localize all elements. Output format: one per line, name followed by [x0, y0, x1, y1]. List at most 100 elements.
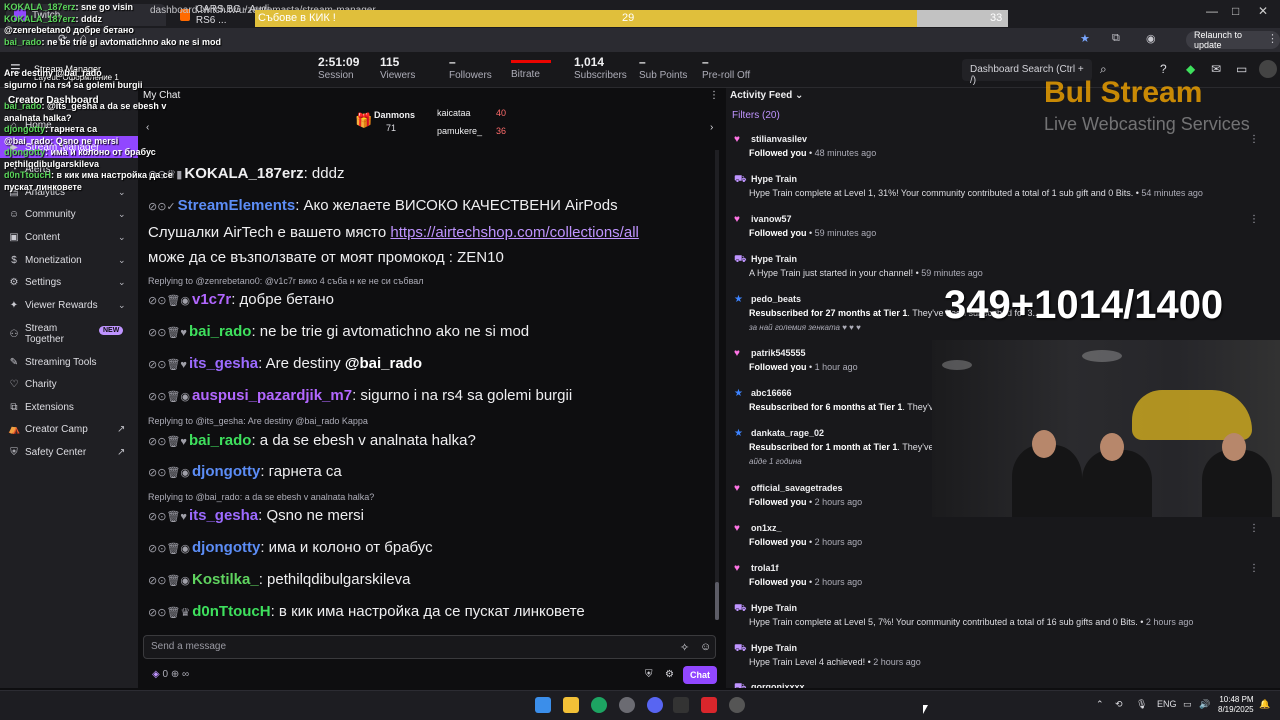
chat-settings-icon[interactable]: ⚙: [665, 669, 674, 680]
profile-icon[interactable]: ◉: [1146, 32, 1156, 45]
chat-message[interactable]: ⊘⊙🗑♛ d0nTtoucH: в кик има настройка да се…: [148, 602, 718, 623]
browser-menu-icon[interactable]: ⋮: [1267, 32, 1278, 45]
windows-start-icon[interactable]: [535, 697, 551, 713]
feed-item-menu-icon[interactable]: ⋮: [1249, 523, 1259, 534]
chat-username[interactable]: d0nTtoucH: [192, 603, 270, 620]
chat-mention[interactable]: @bai_rado: [345, 355, 422, 372]
tray-clock[interactable]: 10:48 PM 8/19/2025: [1218, 695, 1254, 715]
chat-message[interactable]: ⊘⊙🗑◉ djongotty: има и колоно от брабус: [148, 538, 718, 559]
chat-message[interactable]: ⊘⊙🗑♥ its_gesha: Are destiny @bai_rado: [148, 354, 718, 375]
chat-message[interactable]: ⊘⊙🗑◉ Kostilka_: pethilqdibulgarskileva: [148, 570, 718, 591]
sidebar-item-monetization[interactable]: $ Monetization ⌄: [0, 249, 138, 271]
chat-username[interactable]: auspusi_pazardjik_m7: [192, 387, 352, 404]
sidebar-item-stream-together[interactable]: ⚇ Stream Together NEW: [0, 321, 138, 347]
chat-message[interactable]: ⊘⊙✓ StreamElements: Ако желаете ВИСОКО КА…: [148, 196, 718, 217]
feed-user[interactable]: on1xz_: [751, 523, 782, 533]
chrome-icon[interactable]: [591, 697, 607, 713]
sidebar-item-viewer-rewards[interactable]: ✦ Viewer Rewards ⌄: [0, 294, 138, 316]
file-explorer-icon[interactable]: [563, 697, 579, 713]
sidebar-item-extensions[interactable]: ⧉ Extensions: [0, 396, 138, 418]
bookmark-star-icon[interactable]: ★: [1080, 32, 1090, 45]
chat-username[interactable]: bai_rado: [189, 323, 252, 340]
chat-text: Слушалки AirTech е вашето място: [148, 224, 391, 241]
feed-item-menu-icon[interactable]: ⋮: [1249, 563, 1259, 574]
feed-user[interactable]: dankata_rage_02: [751, 428, 824, 438]
follow-heart-icon: ♥: [734, 348, 740, 359]
chat-message[interactable]: ⊘⊙🗑♥ bai_rado: ne be trie gi avtomatichno…: [148, 322, 718, 343]
chat-username[interactable]: djongotty: [192, 463, 260, 480]
chat-username[interactable]: djongotty: [192, 539, 260, 556]
chat-scrollbar-track[interactable]: [715, 150, 719, 620]
sidebar-item-creator-camp[interactable]: ⛺ Creator Camp ↗: [0, 418, 138, 440]
feed-item[interactable]: ⛟ gorgonixxxx: [734, 682, 1234, 688]
emote-icon[interactable]: ☺: [700, 641, 711, 653]
close-icon[interactable]: ✕: [1258, 4, 1268, 18]
sidebar-item-charity[interactable]: ♡ Charity: [0, 373, 138, 395]
feed-user[interactable]: pedo_beats: [751, 294, 801, 304]
chat-username[interactable]: KOKALA_187erz: [184, 165, 303, 182]
tray-notifications-icon[interactable]: 🔔: [1259, 699, 1270, 710]
chat-send-button[interactable]: Chat: [683, 666, 717, 684]
sidebar-item-label: Content: [25, 231, 61, 243]
chat-message[interactable]: ⊘⊙🗑◉ auspusi_pazardjik_m7: sigurno i na r…: [148, 386, 718, 407]
discord-icon[interactable]: [647, 697, 663, 713]
sidebar-item-community[interactable]: ☺ Community ⌄: [0, 203, 138, 225]
stat-label: Subscribers: [574, 70, 627, 81]
minimize-icon[interactable]: —: [1206, 4, 1218, 18]
tray-chevron-up-icon[interactable]: ⌃: [1096, 699, 1104, 710]
chat-link[interactable]: https://airtechshop.com/collections/all: [390, 224, 638, 241]
feed-item-menu-icon[interactable]: ⋮: [1249, 214, 1259, 225]
tray-network-icon[interactable]: ⟲: [1115, 699, 1123, 710]
chat-message[interactable]: ⊘⊙🗑♥ bai_rado: a da se ebesh v analnata h…: [148, 431, 718, 452]
activity-filters[interactable]: Filters (20): [732, 110, 780, 121]
feed-user[interactable]: patrik545555: [751, 348, 806, 358]
obs-icon[interactable]: [619, 697, 635, 713]
maximize-icon[interactable]: □: [1232, 4, 1239, 18]
tray-language[interactable]: ENG: [1157, 699, 1177, 709]
chat-username[interactable]: Kostilka_: [192, 571, 259, 588]
chat-message[interactable]: ⊘⊙🗑◉ v1c7r: добре бетано: [148, 290, 718, 311]
sidebar-item-content[interactable]: ▣ Content ⌄: [0, 226, 138, 248]
chevron-right-icon[interactable]: ›: [710, 122, 713, 133]
feed-user[interactable]: abc16666: [751, 388, 792, 398]
help-icon[interactable]: ?: [1160, 62, 1167, 76]
relaunch-button[interactable]: Relaunch to update: [1186, 30, 1280, 50]
feed-user[interactable]: official_savagetrades: [751, 483, 843, 493]
app-grey-icon[interactable]: [729, 697, 745, 713]
chat-scrollbar-thumb[interactable]: [715, 582, 719, 620]
app-red-icon[interactable]: [701, 697, 717, 713]
bits-icon[interactable]: ◆: [1186, 62, 1195, 76]
chat-message-input[interactable]: Send a message: [143, 635, 716, 659]
mod-shield-icon[interactable]: ⛨: [645, 669, 653, 680]
feed-user[interactable]: stilianvasilev: [751, 134, 807, 144]
chat-message[interactable]: ⊘⊙🗑◉ djongotty: гарнета са: [148, 462, 718, 483]
activity-feed-title[interactable]: Activity Feed ⌄: [730, 90, 803, 101]
chat-message[interactable]: ⊘⊙♛▮ KOKALA_187erz: dddz: [148, 164, 718, 185]
extensions-puzzle-icon[interactable]: ⧉: [1112, 32, 1120, 45]
feed-user[interactable]: trola1f: [751, 563, 779, 573]
chat-message[interactable]: ⊘⊙🗑♥ its_gesha: Qsno ne mersi: [148, 506, 718, 527]
avatar[interactable]: [1259, 60, 1277, 78]
chat-username[interactable]: StreamElements: [178, 197, 296, 214]
feed-user[interactable]: gorgonixxxx: [751, 682, 805, 688]
inbox-icon[interactable]: ✉: [1211, 62, 1221, 76]
search-icon[interactable]: ⌕: [1100, 62, 1107, 77]
sidebar-item-settings[interactable]: ⚙ Settings ⌄: [0, 271, 138, 293]
sidebar-item-safety-center[interactable]: ⛨ Safety Center ↗: [0, 441, 138, 463]
chat-username[interactable]: v1c7r: [192, 291, 231, 308]
tray-monitor-icon[interactable]: ▭: [1183, 699, 1192, 710]
whispers-icon[interactable]: ▭: [1236, 62, 1247, 76]
tray-volume-icon[interactable]: 🔊: [1199, 699, 1210, 710]
feed-user[interactable]: ivanow57: [751, 214, 792, 224]
chat-username[interactable]: its_gesha: [189, 355, 258, 372]
feed-item-menu-icon[interactable]: ⋮: [1249, 134, 1259, 145]
terminal-icon[interactable]: [673, 697, 689, 713]
chat-menu-icon[interactable]: ⋮: [709, 90, 719, 101]
sidebar-item-streaming-tools[interactable]: ✎ Streaming Tools: [0, 351, 138, 373]
chat-username[interactable]: bai_rado: [189, 432, 252, 449]
chevron-left-icon[interactable]: ‹: [146, 122, 149, 133]
effects-icon[interactable]: ✧: [680, 641, 689, 654]
overlay-chat-line: пускат линковете: [4, 182, 82, 192]
chat-username[interactable]: its_gesha: [189, 507, 258, 524]
tray-mic-icon[interactable]: 🎙: [1136, 699, 1147, 710]
